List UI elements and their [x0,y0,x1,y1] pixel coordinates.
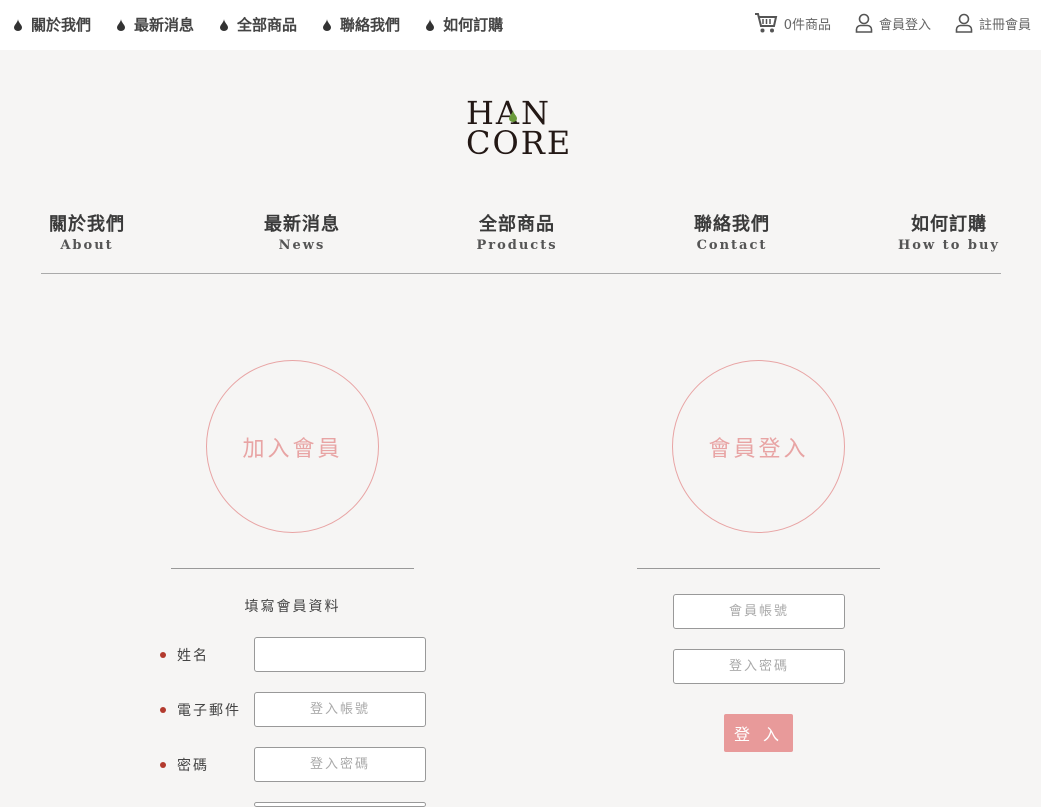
top-nav-contact[interactable]: 聯絡我們 [323,14,400,35]
main-nav-products[interactable]: 全部商品 Products [457,210,577,253]
nav-divider [41,273,1001,274]
cart-count-label: 0件商品 [783,17,831,33]
main-nav-zh-label: 全部商品 [479,214,555,235]
login-password-input[interactable] [673,649,845,684]
main-nav-en-label: Products [476,238,558,253]
top-bar: 關於我們 最新消息 全部商品 聯絡我們 如何訂購 0件商品 會員登入 註冊會員 [0,0,1041,50]
name-field-row: 姓名 [160,637,260,672]
next-field-input[interactable] [254,802,426,807]
drop-icon [14,18,22,31]
top-nav-news[interactable]: 最新消息 [117,14,194,35]
main-nav-en-label: How to buy [898,238,1000,253]
main-nav-news[interactable]: 最新消息 News [242,210,362,253]
main-nav-en-label: Contact [696,238,768,253]
user-icon [855,13,873,33]
main-nav: 關於我們 About 最新消息 News 全部商品 Products 聯絡我們 … [41,210,1001,260]
required-bullet [160,706,166,713]
email-field-row: 電子郵件 [160,692,260,727]
login-divider [637,568,880,569]
utility-links: 0件商品 會員登入 註冊會員 [730,12,1031,34]
top-nav-label: 聯絡我們 [340,16,401,34]
top-nav-label: 最新消息 [134,16,195,34]
password-field-row: 密碼 [160,747,260,782]
top-nav-about[interactable]: 關於我們 [14,14,91,35]
register-link[interactable]: 註冊會員 [955,13,1031,33]
brand-logo[interactable]: HAN CORE [466,97,578,162]
main-nav-zh-label: 最新消息 [264,214,340,235]
register-divider [171,568,414,569]
password-input[interactable] [254,747,426,782]
top-nav-label: 全部商品 [237,16,298,34]
login-heading-circle: 會員登入 [672,360,845,533]
register-link-label: 註冊會員 [978,17,1031,33]
name-field-label: 姓名 [177,647,209,664]
cart-link[interactable]: 0件商品 [754,12,831,34]
top-nav-label: 關於我們 [31,16,92,34]
main-nav-en-label: News [278,238,326,253]
name-input[interactable] [254,637,426,672]
main-nav-contact[interactable]: 聯絡我們 Contact [672,210,792,253]
main-nav-zh-label: 聯絡我們 [694,214,770,235]
top-nav-howtobuy[interactable]: 如何訂購 [426,14,503,35]
user-icon [955,13,973,33]
drop-icon [220,18,229,31]
register-heading-circle: 加入會員 [206,360,379,533]
top-nav: 關於我們 最新消息 全部商品 聯絡我們 如何訂購 [14,14,529,35]
password-field-label: 密碼 [177,757,209,774]
email-input[interactable] [254,692,426,727]
drop-icon [117,18,126,31]
leaf-icon [509,110,517,122]
login-account-input[interactable] [673,594,845,629]
drop-icon [323,18,332,31]
main-nav-zh-label: 關於我們 [49,214,125,235]
login-submit-button[interactable]: 登 入 [724,714,793,752]
cart-icon [754,13,777,33]
login-heading: 會員登入 [708,436,809,462]
login-link[interactable]: 會員登入 [855,13,931,33]
login-link-label: 會員登入 [878,17,931,33]
drop-icon [426,18,435,31]
register-heading: 加入會員 [242,436,343,462]
main-nav-en-label: About [60,238,114,253]
top-nav-products[interactable]: 全部商品 [220,14,297,35]
logo-line-2: CORE [466,124,573,162]
required-bullet [160,651,166,658]
email-field-label: 電子郵件 [177,702,241,719]
main-nav-howtobuy[interactable]: 如何訂購 How to buy [889,210,1009,253]
register-form-title: 填寫會員資料 [244,599,341,615]
main-nav-about[interactable]: 關於我們 About [27,210,147,253]
main-nav-zh-label: 如何訂購 [911,214,987,235]
required-bullet [160,761,166,768]
top-nav-label: 如何訂購 [443,16,504,34]
